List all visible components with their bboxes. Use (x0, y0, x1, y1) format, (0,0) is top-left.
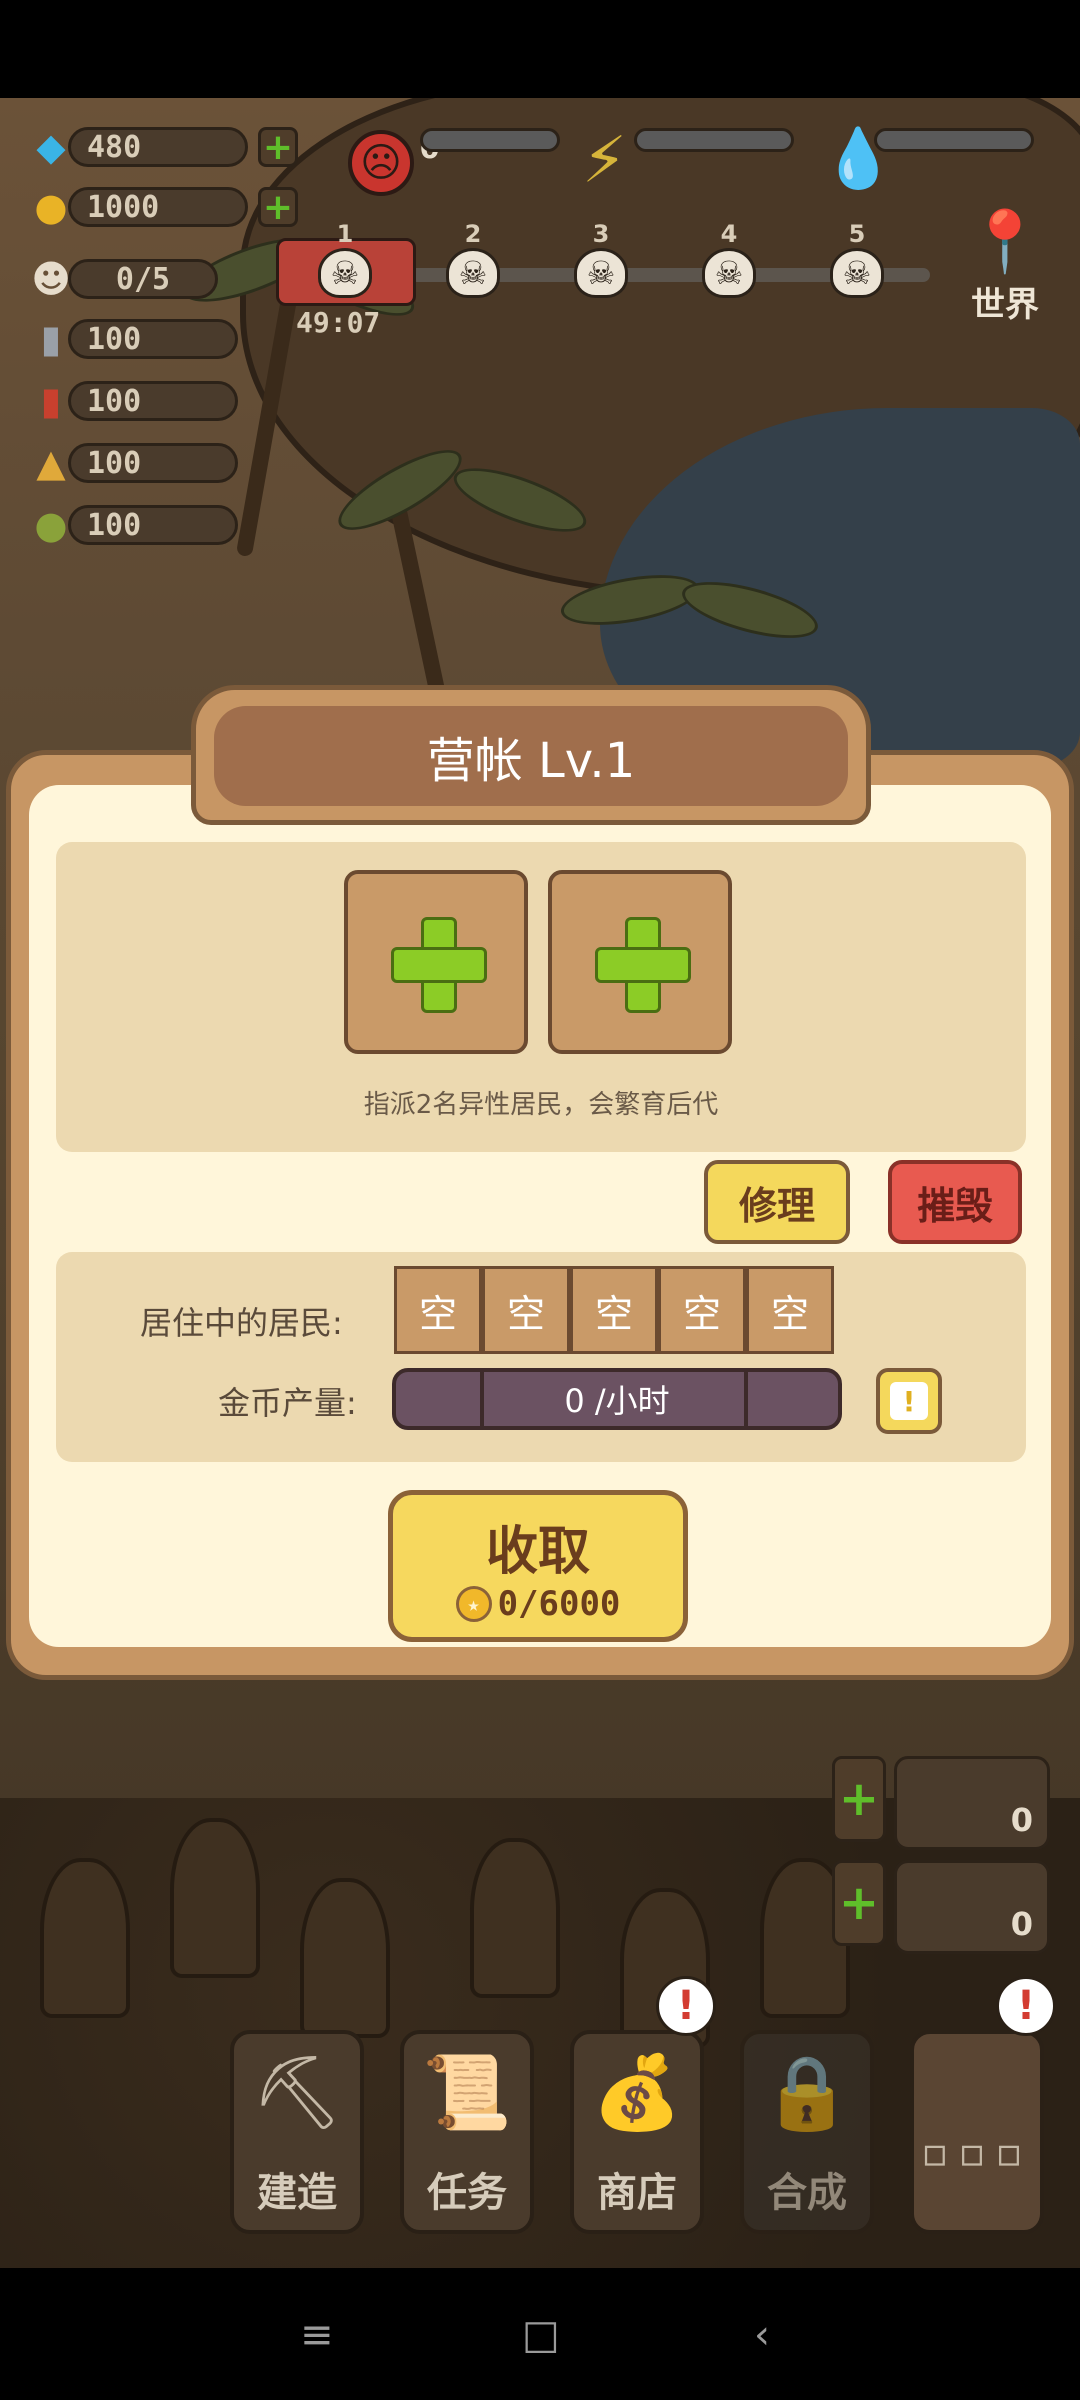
wave-timer: 49:07 (296, 306, 381, 339)
resident-slot[interactable]: 空 (394, 1266, 482, 1354)
skull-icon: ☠ (574, 248, 628, 298)
gold-value: 1000 (68, 187, 248, 227)
shovel-icon: ⛏ (251, 2050, 343, 2134)
diamond-value: 480 (68, 127, 248, 167)
craft-label: 合成 (767, 2170, 847, 2216)
coins-icon: 💰 (592, 2050, 682, 2134)
water-meter (874, 128, 1034, 152)
rate-divider (480, 1372, 484, 1426)
wave-number: 1 (336, 220, 354, 248)
population-counter: ☻ 0/5 (26, 256, 218, 302)
ammo-value-4: 100 (68, 505, 238, 545)
collect-label: 收取 (485, 1522, 590, 1582)
wave-marker-1: 1 ☠ (310, 220, 380, 298)
plus-icon (391, 917, 487, 1013)
craft-button[interactable]: 🔒 合成 (740, 2030, 874, 2234)
resident-slot[interactable]: 空 (658, 1266, 746, 1354)
gold-output-label: 金币产量: (218, 1384, 357, 1422)
gold-counter: ● 1000 + (26, 184, 298, 230)
dialog-title-tab: 营帐 Lv.1 (191, 685, 871, 825)
shop-label: 商店 (597, 2170, 677, 2216)
assign-resident-slot-1[interactable] (344, 870, 528, 1054)
more-alert-icon: ! (996, 1976, 1056, 2036)
breed-hint: 指派2名异性居民，会繁育后代 (363, 1090, 719, 1120)
tree-stump (170, 1818, 260, 1978)
collect-amount-value: 0/6000 (497, 1584, 621, 1624)
wave-number: 3 (592, 220, 610, 248)
menu-icon[interactable]: ≡ (300, 2312, 334, 2358)
ammo-value-3: 100 (68, 443, 238, 483)
skull-icon: ☠ (702, 248, 756, 298)
residents-label: 居住中的居民: (140, 1304, 343, 1342)
diamond-counter: ◆ 480 + (26, 124, 298, 170)
lock-icon: 🔒 (762, 2050, 852, 2134)
more-icon: ▫▫▫ (921, 2130, 1033, 2176)
wave-number: 4 (720, 220, 738, 248)
wave-marker-3: 3 ☠ (566, 220, 636, 298)
dialog-title: 营帐 Lv.1 (214, 706, 848, 806)
world-label: 世界 (971, 285, 1039, 325)
tree-stump (470, 1838, 560, 1998)
side-add-button-1[interactable]: + (832, 1756, 886, 1842)
side-counter-1: 0 (894, 1756, 1050, 1850)
ammo-counter-4: ● 100 (26, 502, 238, 548)
wave-number: 5 (848, 220, 866, 248)
skull-icon: ☠ (446, 248, 500, 298)
output-info-button[interactable]: ! (876, 1368, 942, 1434)
side-counter-2: 0 (894, 1860, 1050, 1954)
collect-button[interactable]: 收取 ★ 0/6000 (388, 1490, 688, 1642)
back-icon[interactable]: ‹ (754, 2312, 770, 2358)
more-button[interactable]: ▫▫▫ (910, 2030, 1044, 2234)
shop-button[interactable]: 💰 商店 (570, 2030, 704, 2234)
ammo-value-1: 100 (68, 319, 238, 359)
collect-amount: ★ 0/6000 (393, 1584, 683, 1624)
tree-stump (300, 1878, 390, 2038)
ammo-value-2: 100 (68, 381, 238, 421)
assign-resident-slot-2[interactable] (548, 870, 732, 1054)
build-label: 建造 (257, 2170, 337, 2216)
resident-slot[interactable]: 空 (570, 1266, 658, 1354)
tree-stump (40, 1858, 130, 2018)
tasks-button[interactable]: 📜 任务 (400, 2030, 534, 2234)
ammo-counter-3: ▲ 100 (26, 440, 238, 486)
ammo-counter-1: ▮ 100 (26, 316, 238, 362)
status-bar (0, 0, 1080, 98)
resident-slot[interactable]: 空 (482, 1266, 570, 1354)
energy-meter (634, 128, 794, 152)
population-value: 0/5 (68, 259, 218, 299)
mood-meter (420, 128, 560, 152)
sad-face-icon: ☹ (348, 130, 414, 196)
add-diamonds-button[interactable]: + (258, 127, 298, 168)
repair-button[interactable]: 修理 (704, 1160, 850, 1244)
coin-icon: ★ (455, 1586, 492, 1622)
gold-output-bar: 0 /小时 (392, 1368, 842, 1430)
build-button[interactable]: ⛏ 建造 (230, 2030, 364, 2234)
wave-marker-4: 4 ☠ (694, 220, 764, 298)
world-map-button[interactable]: 📍 世界 (950, 206, 1060, 336)
wave-marker-5: 5 ☠ (822, 220, 892, 298)
info-icon: ! (890, 1382, 928, 1420)
skull-icon: ☠ (318, 248, 372, 298)
home-icon[interactable]: □ (522, 2312, 560, 2358)
wave-number: 2 (464, 220, 482, 248)
map-pin-icon: 📍 (967, 207, 1043, 277)
resident-slot[interactable]: 空 (746, 1266, 834, 1354)
plus-icon (595, 917, 691, 1013)
lightning-icon: ⚡ (582, 124, 627, 198)
rate-divider (744, 1372, 748, 1426)
shop-alert-icon: ! (656, 1976, 716, 2036)
ammo-counter-2: ▮ 100 (26, 378, 238, 424)
skull-icon: ☠ (830, 248, 884, 298)
tasks-label: 任务 (427, 2170, 507, 2216)
scroll-icon: 📜 (422, 2050, 512, 2134)
destroy-button[interactable]: 摧毁 (888, 1160, 1022, 1244)
side-add-button-2[interactable]: + (832, 1860, 886, 1946)
add-gold-button[interactable]: + (258, 187, 298, 228)
wave-marker-2: 2 ☠ (438, 220, 508, 298)
